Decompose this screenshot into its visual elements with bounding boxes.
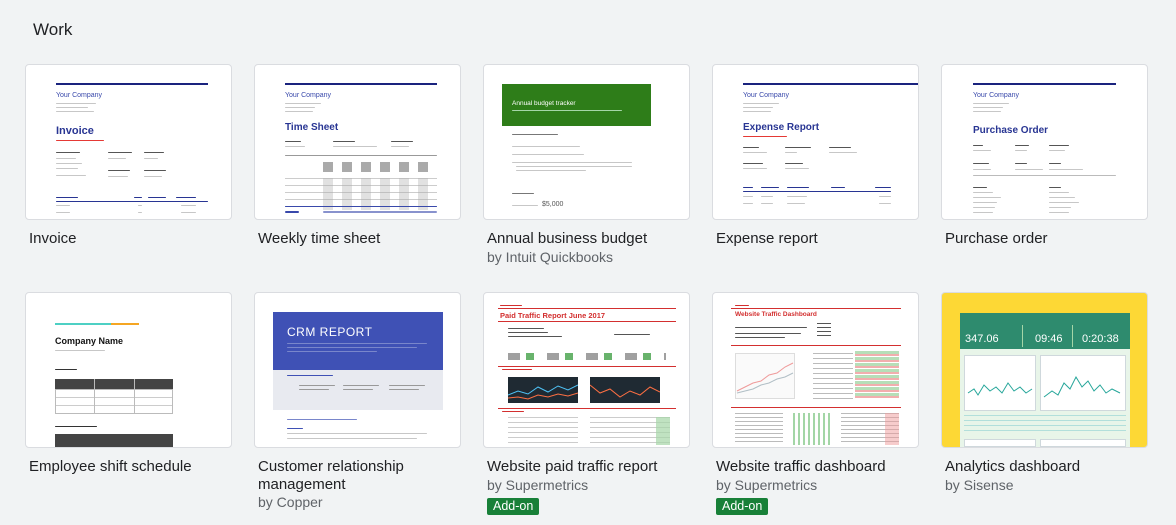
template-thumbnail[interactable]: 347.06 09:46 0:20:38 — [941, 292, 1148, 448]
template-author: by Intuit Quickbooks — [487, 249, 614, 265]
template-name[interactable]: Invoice — [29, 230, 77, 248]
template-thumbnail[interactable]: Your Company Invoice — [25, 64, 232, 220]
template-thumbnail[interactable]: Annual budget tracker $5,000 — [483, 64, 690, 220]
template-author: by Copper — [258, 494, 323, 510]
template-thumbnail[interactable]: Company Name — [25, 292, 232, 448]
template-author: by Supermetrics — [716, 477, 818, 493]
template-author: by Supermetrics — [487, 477, 589, 493]
template-name[interactable]: Weekly time sheet — [258, 230, 380, 248]
template-thumbnail[interactable]: Paid Traffic Report June 2017 — [483, 292, 690, 448]
template-name[interactable]: Analytics dashboard — [945, 458, 1080, 476]
template-name[interactable]: Customer relationship management — [258, 458, 404, 494]
add-on-badge: Add-on — [487, 498, 540, 515]
area-chart — [967, 382, 1033, 396]
template-name[interactable]: Annual business budget — [487, 230, 647, 248]
template-thumbnail[interactable]: Your Company Purchase Order — [941, 64, 1148, 220]
template-name[interactable]: Expense report — [716, 230, 818, 248]
template-thumbnail[interactable]: CRM REPORT — [254, 292, 461, 448]
line-chart — [590, 384, 660, 398]
template-thumbnail[interactable]: Your Company Expense Report — [712, 64, 919, 220]
template-thumbnail[interactable]: Your Company Time Sheet — [254, 64, 461, 220]
template-name[interactable]: Purchase order — [945, 230, 1048, 248]
line-chart — [508, 384, 578, 400]
template-name[interactable]: Website paid traffic report — [487, 458, 657, 476]
line-chart — [736, 362, 794, 394]
add-on-badge: Add-on — [716, 498, 769, 515]
area-chart — [1043, 375, 1121, 398]
template-thumbnail[interactable]: Website Traffic Dashboard — [712, 292, 919, 448]
template-name[interactable]: Employee shift schedule — [29, 458, 192, 476]
section-title: Work — [33, 20, 73, 39]
template-author: by Sisense — [945, 477, 1014, 493]
template-name[interactable]: Website traffic dashboard — [716, 458, 886, 476]
